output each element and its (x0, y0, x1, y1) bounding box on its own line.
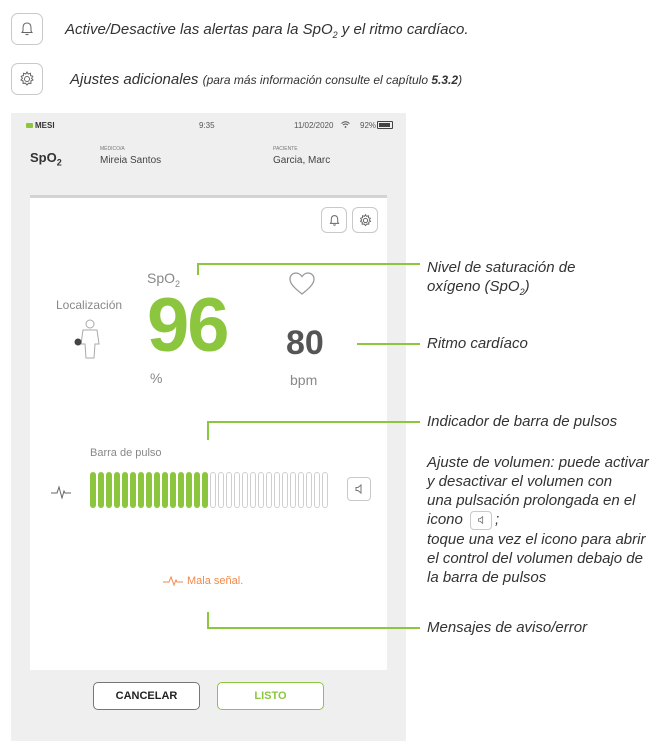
bell-icon (21, 22, 33, 36)
ok-button[interactable]: LISTO (217, 682, 324, 710)
pulse-bar-segment-empty (218, 472, 224, 508)
pulse-bar-label: Barra de pulso (90, 447, 162, 459)
bell-icon (329, 214, 339, 226)
speaker-icon (355, 483, 362, 495)
pulse-bar-segment-filled (202, 472, 208, 508)
settings-button[interactable] (352, 207, 378, 233)
pulse-bar-segment-filled (130, 472, 136, 508)
pulse-bar-segment-filled (98, 472, 104, 508)
pulse-bar-segment-empty (250, 472, 256, 508)
bell-icon-legend (11, 13, 43, 45)
pulse-bar-segment-empty (290, 472, 296, 508)
callout-pulse-bar-indicator: Indicador de barra de pulsos (427, 413, 618, 430)
pulse-bar (90, 472, 330, 508)
pulse-bar-segment-filled (154, 472, 160, 508)
gear-icon-legend (11, 63, 43, 95)
pulse-bar-segment-empty (266, 472, 272, 508)
body-location-icon (74, 319, 100, 359)
gear-icon (359, 213, 371, 226)
status-bar: MESI 9:35 11/02/2020 92% (11, 113, 406, 135)
pulse-bar-segment-filled (186, 472, 192, 508)
pulse-bar-segment-empty (234, 472, 240, 508)
status-time: 9:35 (199, 121, 215, 130)
warning-message: Mala señal. (163, 575, 243, 587)
speaker-icon-inline (470, 510, 493, 530)
cancel-button[interactable]: CANCELAR (93, 682, 200, 710)
callout-line-pulse-bar (208, 421, 420, 423)
spo2-unit: % (150, 370, 163, 386)
pulse-bar-segment-filled (170, 472, 176, 508)
gear-icon (20, 71, 34, 86)
status-battery-percent: 92% (360, 121, 377, 130)
heart-rate-value: 80 (286, 324, 324, 362)
brand-logo: MESI (26, 121, 55, 130)
callout-heart-rate: Ritmo cardíaco (427, 335, 528, 352)
pulse-bar-segment-empty (306, 472, 312, 508)
pulse-bar-segment-filled (194, 472, 200, 508)
pulse-bar-segment-filled (178, 472, 184, 508)
volume-button[interactable] (347, 477, 371, 501)
settings-legend-text: Ajustes adicionales (para más informació… (70, 71, 463, 88)
pulse-bar-segment-filled (114, 472, 120, 508)
pulse-wave-icon (163, 575, 183, 587)
callout-line-spo2 (198, 263, 420, 265)
wifi-icon (341, 121, 350, 128)
pulse-bar-segment-empty (282, 472, 288, 508)
spo2-value: 96 (147, 283, 230, 368)
pulse-bar-segment-empty (322, 472, 328, 508)
pulse-bar-segment-filled (106, 472, 112, 508)
doctor-name: Mireia Santos (100, 155, 162, 166)
pulse-bar-segment-empty (258, 472, 264, 508)
pulse-bar-segment-empty (298, 472, 304, 508)
alerts-toggle-button[interactable] (321, 207, 347, 233)
speaker-icon (478, 515, 484, 524)
callout-line-messages (208, 627, 420, 629)
callout-spo2-level: Nivel de saturación de oxígeno (SpO2) (427, 259, 576, 297)
callout-line-messages-vertical (207, 612, 209, 629)
alerts-legend-text: Active/Desactive las alertas para la SpO… (65, 21, 469, 40)
pulse-bar-segment-empty (210, 472, 216, 508)
location-label: Localización (56, 298, 123, 312)
heart-icon (289, 272, 315, 295)
pulse-bar-segment-empty (226, 472, 232, 508)
battery-icon (377, 121, 393, 129)
pulse-bar-segment-empty (274, 472, 280, 508)
status-date: 11/02/2020 (294, 121, 334, 130)
patient-name: Garcia, Marc (273, 155, 331, 166)
pulse-bar-segment-filled (90, 472, 96, 508)
pulse-bar-segment-filled (162, 472, 168, 508)
pulse-bar-segment-empty (314, 472, 320, 508)
callout-line-spo2-vertical (197, 263, 199, 275)
doctor-label: MÉDICO/A (100, 146, 125, 152)
pulse-bar-segment-filled (138, 472, 144, 508)
callout-line-pulse-bar-vertical (207, 421, 209, 440)
pulse-bar-segment-empty (242, 472, 248, 508)
callout-messages: Mensajes de aviso/error (427, 619, 588, 636)
patient-label: PACIENTE (273, 146, 298, 152)
heart-rate-unit: bpm (290, 372, 318, 388)
page-title: SpO2 (30, 150, 62, 168)
pulse-bar-segment-filled (122, 472, 128, 508)
callout-volume: Ajuste de volumen: puede activar y desac… (427, 454, 649, 586)
pulse-wave-icon (51, 485, 71, 499)
pulse-bar-segment-filled (146, 472, 152, 508)
callout-line-heart-rate (357, 343, 420, 345)
